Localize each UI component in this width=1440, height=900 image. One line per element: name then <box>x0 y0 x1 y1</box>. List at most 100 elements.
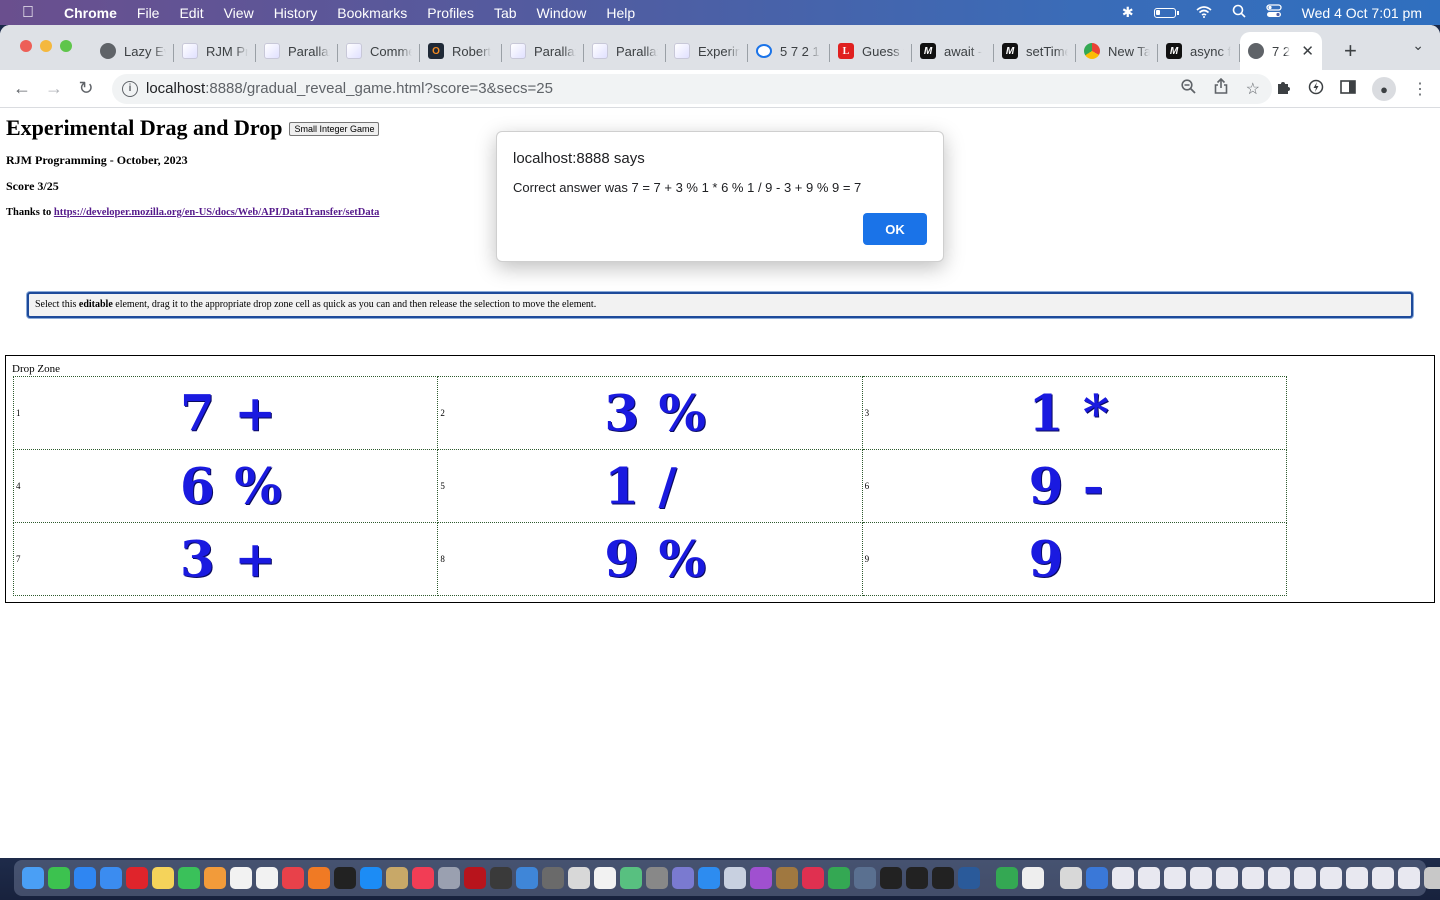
dock-app-icon[interactable] <box>776 867 798 889</box>
dock-app-icon[interactable] <box>256 867 278 889</box>
dock-app-icon[interactable] <box>802 867 824 889</box>
tab[interactable]: Masync f <box>1158 36 1240 66</box>
dock-app-icon[interactable] <box>828 867 850 889</box>
dock-app-icon[interactable] <box>334 867 356 889</box>
mdn-setdata-link[interactable]: https://developer.mozilla.org/en-US/docs… <box>54 207 379 218</box>
tab-search-chevron-icon[interactable]: ⌄ <box>1412 37 1424 54</box>
dock-app-icon[interactable] <box>516 867 538 889</box>
zoom-window-button[interactable] <box>60 40 72 52</box>
drop-cell-2[interactable]: 2 3 % <box>437 376 863 450</box>
dock-app-icon[interactable] <box>672 867 694 889</box>
bookmark-star-icon[interactable]: ☆ <box>1246 79 1260 99</box>
dock-app-icon[interactable] <box>126 867 148 889</box>
dock-app-icon[interactable] <box>620 867 642 889</box>
address-bar[interactable]: i localhost:8888/gradual_reveal_game.htm… <box>112 73 1272 104</box>
cell-token[interactable]: 9 % <box>604 530 707 589</box>
new-tab-button[interactable]: + <box>1344 38 1357 64</box>
battery-icon[interactable] <box>1153 7 1179 18</box>
drop-cell-5[interactable]: 5 1 / <box>437 449 863 523</box>
share-icon[interactable] <box>1214 77 1228 99</box>
side-panel-icon[interactable] <box>1340 79 1356 99</box>
tab[interactable]: Comme <box>338 36 420 66</box>
drop-cell-3[interactable]: 3 1 * <box>861 376 1288 450</box>
dock-app-icon[interactable] <box>100 867 122 889</box>
close-window-button[interactable] <box>20 40 32 52</box>
dock-document-icon[interactable] <box>1372 867 1394 889</box>
dock-app-icon[interactable] <box>932 867 954 889</box>
tab[interactable]: Lazy Ev <box>92 36 174 66</box>
dock-app-icon[interactable] <box>74 867 96 889</box>
menu-help[interactable]: Help <box>606 5 635 21</box>
menu-tab[interactable]: Tab <box>494 5 517 21</box>
dock-app-icon[interactable] <box>568 867 590 889</box>
dock-document-icon[interactable] <box>1294 867 1316 889</box>
cell-token[interactable]: 9 <box>1029 530 1065 589</box>
back-button[interactable]: ← <box>6 78 38 99</box>
cell-token[interactable]: 7 + <box>180 384 277 443</box>
reload-button[interactable]: ↻ <box>70 78 102 99</box>
draggable-editable-element[interactable]: Select this editable element, drag it to… <box>27 292 1413 318</box>
dock-app-icon[interactable] <box>724 867 746 889</box>
tab[interactable]: O Robert <box>420 36 502 66</box>
dock-app-icon[interactable] <box>464 867 486 889</box>
close-tab-icon[interactable]: ✕ <box>1301 42 1314 60</box>
menu-edit[interactable]: Edit <box>179 5 203 21</box>
control-center-icon[interactable] <box>1265 4 1282 21</box>
cell-token[interactable]: 3 % <box>604 384 707 443</box>
dock-app-icon[interactable] <box>906 867 928 889</box>
dock-document-icon[interactable] <box>1268 867 1290 889</box>
menu-window[interactable]: Window <box>537 5 587 21</box>
dock-app-icon[interactable] <box>958 867 980 889</box>
site-info-icon[interactable]: i <box>122 80 138 97</box>
tab[interactable]: Mawait - <box>912 36 994 66</box>
drop-cell-6[interactable]: 6 9 - <box>861 449 1288 523</box>
dock-document-icon[interactable] <box>1216 867 1238 889</box>
tab-active[interactable]: 7 2 ✕ <box>1240 32 1322 70</box>
dock-document-icon[interactable] <box>1060 867 1082 889</box>
dock-app-icon[interactable] <box>854 867 876 889</box>
drop-cell-9[interactable]: 99 <box>861 522 1288 596</box>
tab[interactable]: Parallax <box>584 36 666 66</box>
menu-bookmarks[interactable]: Bookmarks <box>337 5 407 21</box>
drop-cell-1[interactable]: 1 7 + <box>12 376 439 450</box>
drop-cell-8[interactable]: 8 9 % <box>437 522 863 596</box>
dock-document-icon[interactable] <box>1346 867 1368 889</box>
cell-token[interactable]: 1 / <box>604 457 677 516</box>
menu-file[interactable]: File <box>137 5 160 21</box>
small-integer-game-button[interactable]: Small Integer Game <box>289 122 380 136</box>
tab[interactable]: MsetTime <box>994 36 1076 66</box>
dock-document-icon[interactable] <box>1320 867 1342 889</box>
chrome-menu-icon[interactable]: ⋮ <box>1412 79 1428 99</box>
dock-app-icon[interactable] <box>360 867 382 889</box>
cell-token[interactable]: 3 + <box>180 530 277 589</box>
menu-app-chrome[interactable]: Chrome <box>64 5 117 21</box>
dock-app-icon[interactable] <box>412 867 434 889</box>
dock-app-icon[interactable] <box>594 867 616 889</box>
drop-zone[interactable]: Drop Zone 17 + 23 % 31 * 46 % 51 / 69 - … <box>5 355 1435 603</box>
menu-history[interactable]: History <box>274 5 318 21</box>
drop-cell-4[interactable]: 4 6 % <box>12 449 439 523</box>
dock-app-icon[interactable] <box>204 867 226 889</box>
tab[interactable]: RJM Pr <box>174 36 256 66</box>
cell-token[interactable]: 6 % <box>180 457 283 516</box>
menu-view[interactable]: View <box>224 5 254 21</box>
dock-app-icon[interactable] <box>646 867 668 889</box>
bluetooth-icon[interactable]: ✱ <box>1122 4 1134 21</box>
dock-recent-app-icon[interactable] <box>1022 867 1044 889</box>
dock-app-icon[interactable] <box>282 867 304 889</box>
dock-document-icon[interactable] <box>1424 867 1440 889</box>
dock-app-icon[interactable] <box>490 867 512 889</box>
tab[interactable]: New Ta <box>1076 36 1158 66</box>
cell-token[interactable]: 9 - <box>1029 457 1105 516</box>
wifi-icon[interactable] <box>1196 5 1212 21</box>
menu-profiles[interactable]: Profiles <box>427 5 474 21</box>
dock-app-icon[interactable] <box>542 867 564 889</box>
performance-icon[interactable] <box>1308 79 1324 100</box>
dock-document-icon[interactable] <box>1242 867 1264 889</box>
dock-document-icon[interactable] <box>1138 867 1160 889</box>
dock-app-icon[interactable] <box>880 867 902 889</box>
menubar-clock[interactable]: Wed 4 Oct 7:01 pm <box>1302 5 1422 21</box>
tab[interactable]: Parallax <box>502 36 584 66</box>
tab[interactable]: Parallax <box>256 36 338 66</box>
tab[interactable]: L Guess t <box>830 36 912 66</box>
